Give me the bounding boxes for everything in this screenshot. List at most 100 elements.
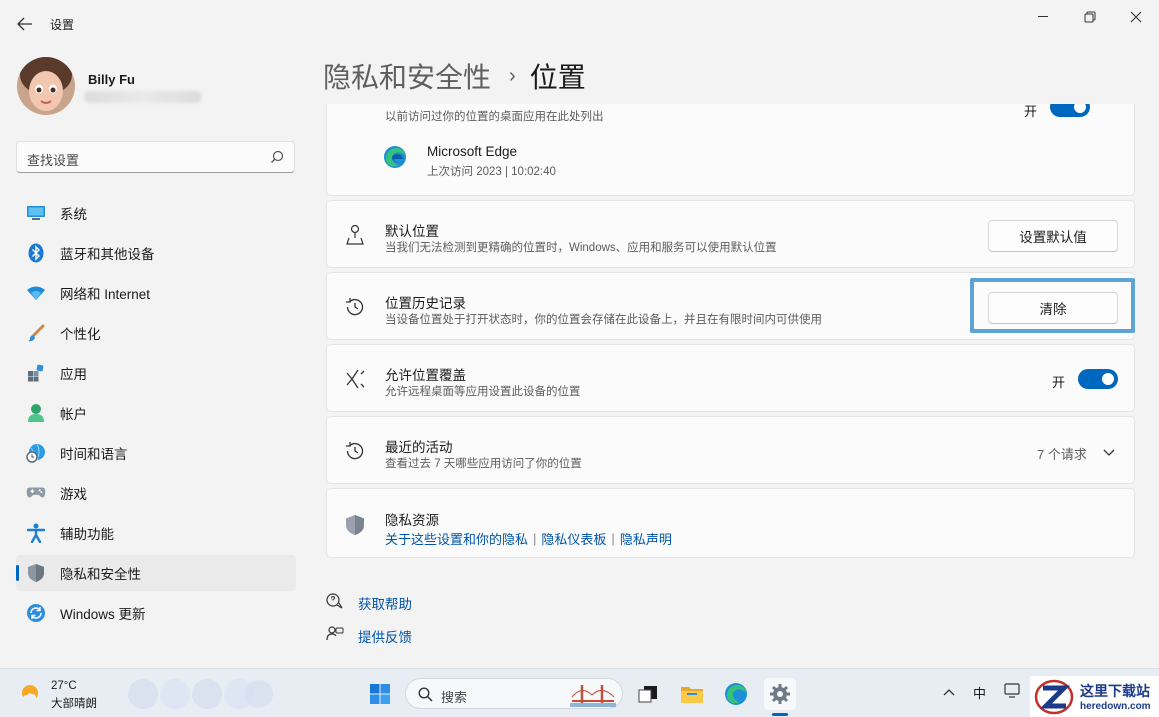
sidebar-item-gaming[interactable]: 游戏 [16, 475, 296, 511]
search-icon [418, 687, 433, 702]
taskbar: 27°C 大部晴朗 搜索 中 [0, 668, 1159, 717]
site-watermark-logo: 这里下载站 heredown.com [1030, 676, 1159, 717]
bluetooth-icon [26, 243, 46, 263]
app-name: Microsoft Edge [427, 144, 518, 159]
sidebar-item-system[interactable]: 系统 [16, 195, 296, 231]
edge-icon [383, 145, 407, 169]
help-icon [326, 592, 344, 613]
remote-override-icon [343, 367, 367, 391]
get-help-link[interactable]: 获取帮助 [358, 593, 412, 613]
toggle-state-label: 开 [1052, 375, 1066, 390]
recent-activity-title: 最近的活动 [385, 440, 453, 455]
request-count: 7 个请求 [1037, 447, 1087, 462]
breadcrumb: 隐私和安全性 › 位置 [323, 56, 586, 96]
feedback-link[interactable]: 提供反馈 [358, 626, 412, 646]
app-title: 设置 [50, 18, 75, 32]
recent-apps-desc: 以前访问过你的位置的桌面应用在此处列出 [385, 111, 604, 123]
temperature: 27°C [51, 680, 77, 692]
chevron-up-icon[interactable] [943, 684, 955, 699]
gamepad-icon [26, 483, 46, 503]
user-email-blurred [84, 91, 202, 103]
close-icon[interactable] [1113, 6, 1159, 28]
privacy-link-dashboard[interactable]: 隐私仪表板 [541, 529, 606, 548]
location-override-desc: 允许远程桌面等应用设置此设备的位置 [385, 386, 581, 398]
sidebar-item-windows-update[interactable]: Windows 更新 [16, 595, 296, 631]
sidebar-item-network[interactable]: 网络和 Internet [16, 275, 296, 311]
recent-activity-desc: 查看过去 7 天哪些应用访问了你的位置 [385, 458, 582, 470]
weather-desc: 大部晴朗 [51, 698, 97, 710]
breadcrumb-parent[interactable]: 隐私和安全性 [323, 56, 491, 96]
user-name: Billy Fu [88, 72, 135, 87]
shield-icon [26, 563, 46, 583]
recent-activity-card[interactable]: 最近的活动 查看过去 7 天哪些应用访问了你的位置 7 个请求 [326, 416, 1135, 484]
location-history-desc: 当设备位置处于打开状态时，你的位置会存储在此设备上，并且在有限时间内可供使用 [385, 314, 822, 326]
app-last-access: 上次访问 2023 | 10:02:40 [427, 166, 556, 178]
highlight-frame [970, 278, 1135, 333]
maximize-icon[interactable] [1067, 6, 1113, 28]
default-location-desc: 当我们无法检测到更精确的位置时，Windows、应用和服务可以使用默认位置 [385, 242, 777, 254]
location-pin-icon [343, 223, 367, 247]
task-view-icon[interactable] [634, 680, 662, 708]
z-logo-icon [1034, 679, 1074, 714]
watermark-url: heredown.com [1080, 701, 1151, 712]
brush-icon [26, 323, 46, 343]
bridge-illustration-icon [570, 685, 616, 707]
account-icon [26, 403, 46, 423]
sidebar-item-apps[interactable]: 应用 [16, 355, 296, 391]
privacy-link-settings[interactable]: 关于这些设置和你的隐私 [385, 529, 528, 548]
sidebar-item-accounts[interactable]: 帐户 [16, 395, 296, 431]
get-help-row[interactable]: 获取帮助 [326, 592, 412, 613]
sidebar-item-accessibility[interactable]: 辅助功能 [16, 515, 296, 551]
set-default-button[interactable]: 设置默认值 [988, 220, 1118, 252]
search-input[interactable]: 查找设置 [16, 141, 295, 173]
file-explorer-icon[interactable] [678, 680, 706, 708]
back-arrow-icon[interactable] [12, 12, 38, 36]
default-location-card: 默认位置 当我们无法检测到更精确的位置时，Windows、应用和服务可以使用默认… [326, 200, 1135, 268]
minimize-icon[interactable] [1021, 6, 1067, 28]
ime-indicator[interactable]: 中 [973, 683, 986, 702]
default-location-title: 默认位置 [385, 224, 439, 239]
feedback-row[interactable]: 提供反馈 [326, 625, 412, 646]
title-bar: 设置 [0, 0, 1159, 48]
update-icon [26, 603, 46, 623]
edge-taskbar-icon[interactable] [722, 680, 750, 708]
windows-start-icon[interactable] [366, 680, 394, 708]
monitor-icon [26, 203, 46, 223]
watermark-name: 这里下载站 [1080, 684, 1150, 700]
page-title: 位置 [529, 62, 586, 93]
avatar[interactable] [17, 57, 75, 115]
accessibility-icon [26, 523, 46, 543]
history-icon [343, 439, 367, 463]
sun-cloud-icon[interactable] [19, 682, 41, 704]
privacy-resources-card: 隐私资源 关于这些设置和你的隐私 | 隐私仪表板 | 隐私声明 [326, 488, 1135, 558]
history-icon [343, 295, 367, 319]
apps-icon [26, 363, 46, 383]
location-override-title: 允许位置覆盖 [385, 368, 466, 383]
privacy-resources-title: 隐私资源 [385, 513, 439, 528]
chevron-down-icon[interactable] [1103, 445, 1115, 460]
settings-gear-icon[interactable] [764, 678, 796, 710]
location-history-title: 位置历史记录 [385, 296, 466, 311]
settings-content: 以前访问过你的位置的桌面应用在此处列出 开 Microsoft Edge 上次访… [326, 104, 1135, 664]
location-override-card: 允许位置覆盖 允许远程桌面等应用设置此设备的位置 开 [326, 344, 1135, 412]
active-app-indicator [772, 713, 788, 716]
blurred-widgets [128, 679, 273, 709]
toggle-state-label: 开 [1024, 104, 1038, 119]
chevron-right-icon: › [509, 64, 516, 87]
taskbar-search[interactable]: 搜索 [405, 678, 623, 709]
wifi-icon [26, 283, 46, 303]
privacy-link-statement[interactable]: 隐私声明 [620, 529, 672, 548]
sidebar-item-bluetooth[interactable]: 蓝牙和其他设备 [16, 235, 296, 271]
feedback-icon [326, 625, 344, 646]
privacy-links: 关于这些设置和你的隐私 | 隐私仪表板 | 隐私声明 [385, 529, 672, 548]
sidebar-item-personalization[interactable]: 个性化 [16, 315, 296, 351]
globe-clock-icon [26, 443, 46, 463]
network-monitor-icon[interactable] [1004, 683, 1022, 702]
sidebar-item-time-language[interactable]: 时间和语言 [16, 435, 296, 471]
search-placeholder: 查找设置 [27, 153, 80, 168]
recent-apps-toggle[interactable] [1050, 104, 1090, 117]
sidebar-nav: 系统 蓝牙和其他设备 网络和 Internet 个性化 应用 帐户 时间和语言 … [16, 195, 296, 635]
search-icon [271, 150, 284, 163]
location-override-toggle[interactable] [1078, 369, 1118, 389]
sidebar-item-privacy-security[interactable]: 隐私和安全性 [16, 555, 296, 591]
